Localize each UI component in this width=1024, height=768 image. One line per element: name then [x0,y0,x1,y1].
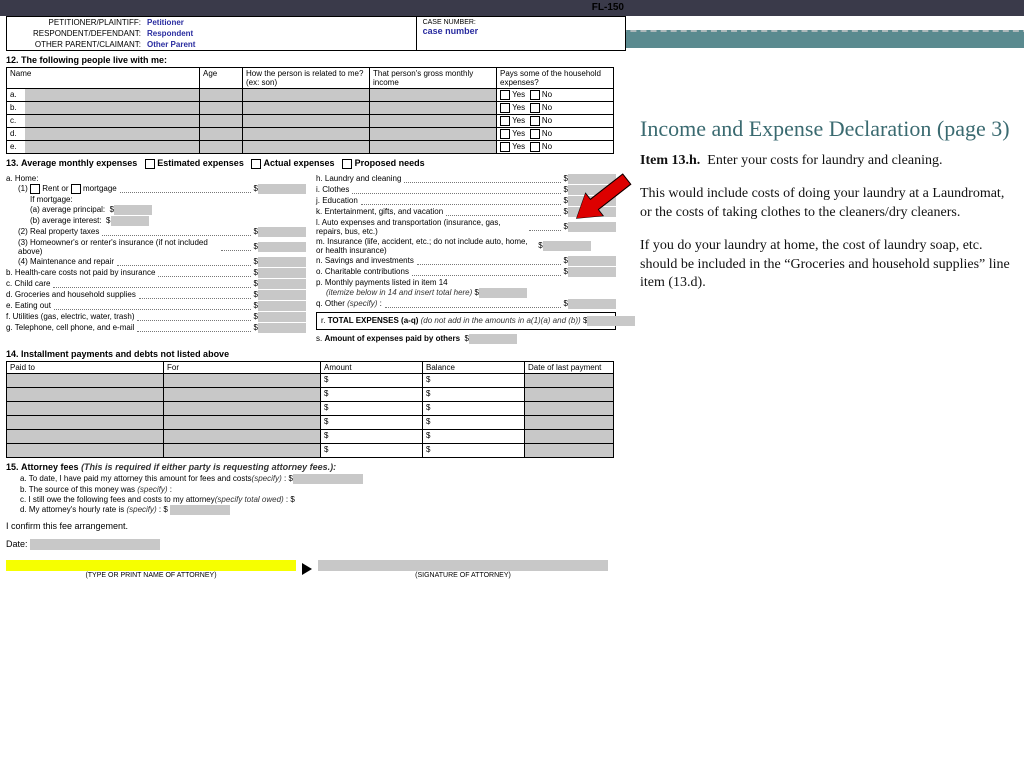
amt-util[interactable] [258,312,306,322]
instruction-panel: Income and Expense Declaration (page 3) … [640,116,1010,307]
checkbox-rent[interactable] [30,184,40,194]
amt-hourly[interactable] [170,505,230,515]
relation-field[interactable] [243,89,370,102]
date-field[interactable] [30,539,160,550]
amt-paid-atty[interactable] [293,474,363,484]
amt-item14[interactable] [479,288,527,298]
confirm-text: I confirm this fee arrangement. [6,521,626,531]
petitioner-value: Petitioner [141,18,184,27]
amt-groc[interactable] [258,290,306,300]
amt-others[interactable] [469,334,517,344]
attorney-sig-line[interactable] [318,560,608,571]
amt-char[interactable] [568,267,616,277]
amt-interest[interactable] [111,216,149,226]
amt-phone[interactable] [258,323,306,333]
col-income: That person's gross monthly income [370,68,497,89]
name-field[interactable] [25,89,200,102]
amt-ins[interactable] [258,242,306,252]
form-fl150: FL-150 PETITIONER/PLAINTIFF:Petitioner R… [6,16,626,579]
respondent-label: RESPONDENT/DEFENDANT: [11,29,141,38]
case-number-label: CASE NUMBER: [423,19,619,26]
amt-other[interactable] [568,299,616,309]
sec15-title: 15. Attorney fees (This is required if e… [6,462,626,472]
amt-home[interactable] [258,184,306,194]
arrow-icon [302,563,312,575]
amt-eat[interactable] [258,301,306,311]
checkbox-proposed[interactable] [342,159,352,169]
checkbox-estimated[interactable] [145,159,155,169]
col-relation: How the person is related to me? (ex: so… [243,68,370,89]
col-pays: Pays some of the household expenses? [497,68,614,89]
amt-health[interactable] [258,268,306,278]
checkbox-actual[interactable] [251,159,261,169]
case-number-value: case number [423,26,619,36]
item-ref: Item 13.h. [640,153,700,168]
sec14-title: 14. Installment payments and debts not l… [6,349,626,359]
col-name: Name [7,68,200,89]
amt-total[interactable] [587,316,635,326]
amt-principal[interactable] [114,205,152,215]
total-box: r. TOTAL EXPENSES (a-q) (do not add in t… [316,312,616,330]
sec14-table: Paid toForAmountBalanceDate of last paym… [6,361,614,458]
checkbox-mortgage[interactable] [71,184,81,194]
amt-maint[interactable] [258,257,306,267]
other-value: Other Parent [141,40,195,49]
sec13-title: 13. Average monthly expenses Estimated e… [6,158,626,169]
sec12-title: 12. The following people live with me: [6,55,626,65]
case-header: PETITIONER/PLAINTIFF:Petitioner RESPONDE… [6,16,626,51]
amt-tax[interactable] [258,227,306,237]
sec12-table: Name Age How the person is related to me… [6,67,614,154]
instruction-p2: This would include costs of doing your l… [640,185,1010,223]
pays-field[interactable]: Yes No [497,89,614,102]
sec13-body: a. Home: (1) Rent or mortgage$ If mortga… [6,173,626,345]
respondent-value: Respondent [141,29,193,38]
age-field[interactable] [200,89,243,102]
window-titlebar [0,0,1024,16]
other-label: OTHER PARENT/CLAIMANT: [11,40,141,49]
instruction-p3: If you do your laundry at home, the cost… [640,237,1010,294]
instruction-title: Income and Expense Declaration (page 3) [640,116,1010,142]
instruction-p1: Enter your costs for laundry and cleanin… [707,153,942,168]
amt-lifeins[interactable] [543,241,591,251]
amt-child[interactable] [258,279,306,289]
col-age: Age [200,68,243,89]
form-id: FL-150 [592,2,624,13]
attorney-name-line[interactable] [6,560,296,571]
amt-save[interactable] [568,256,616,266]
petitioner-label: PETITIONER/PLAINTIFF: [11,18,141,27]
amt-laundry[interactable] [568,174,616,184]
income-field[interactable] [370,89,497,102]
